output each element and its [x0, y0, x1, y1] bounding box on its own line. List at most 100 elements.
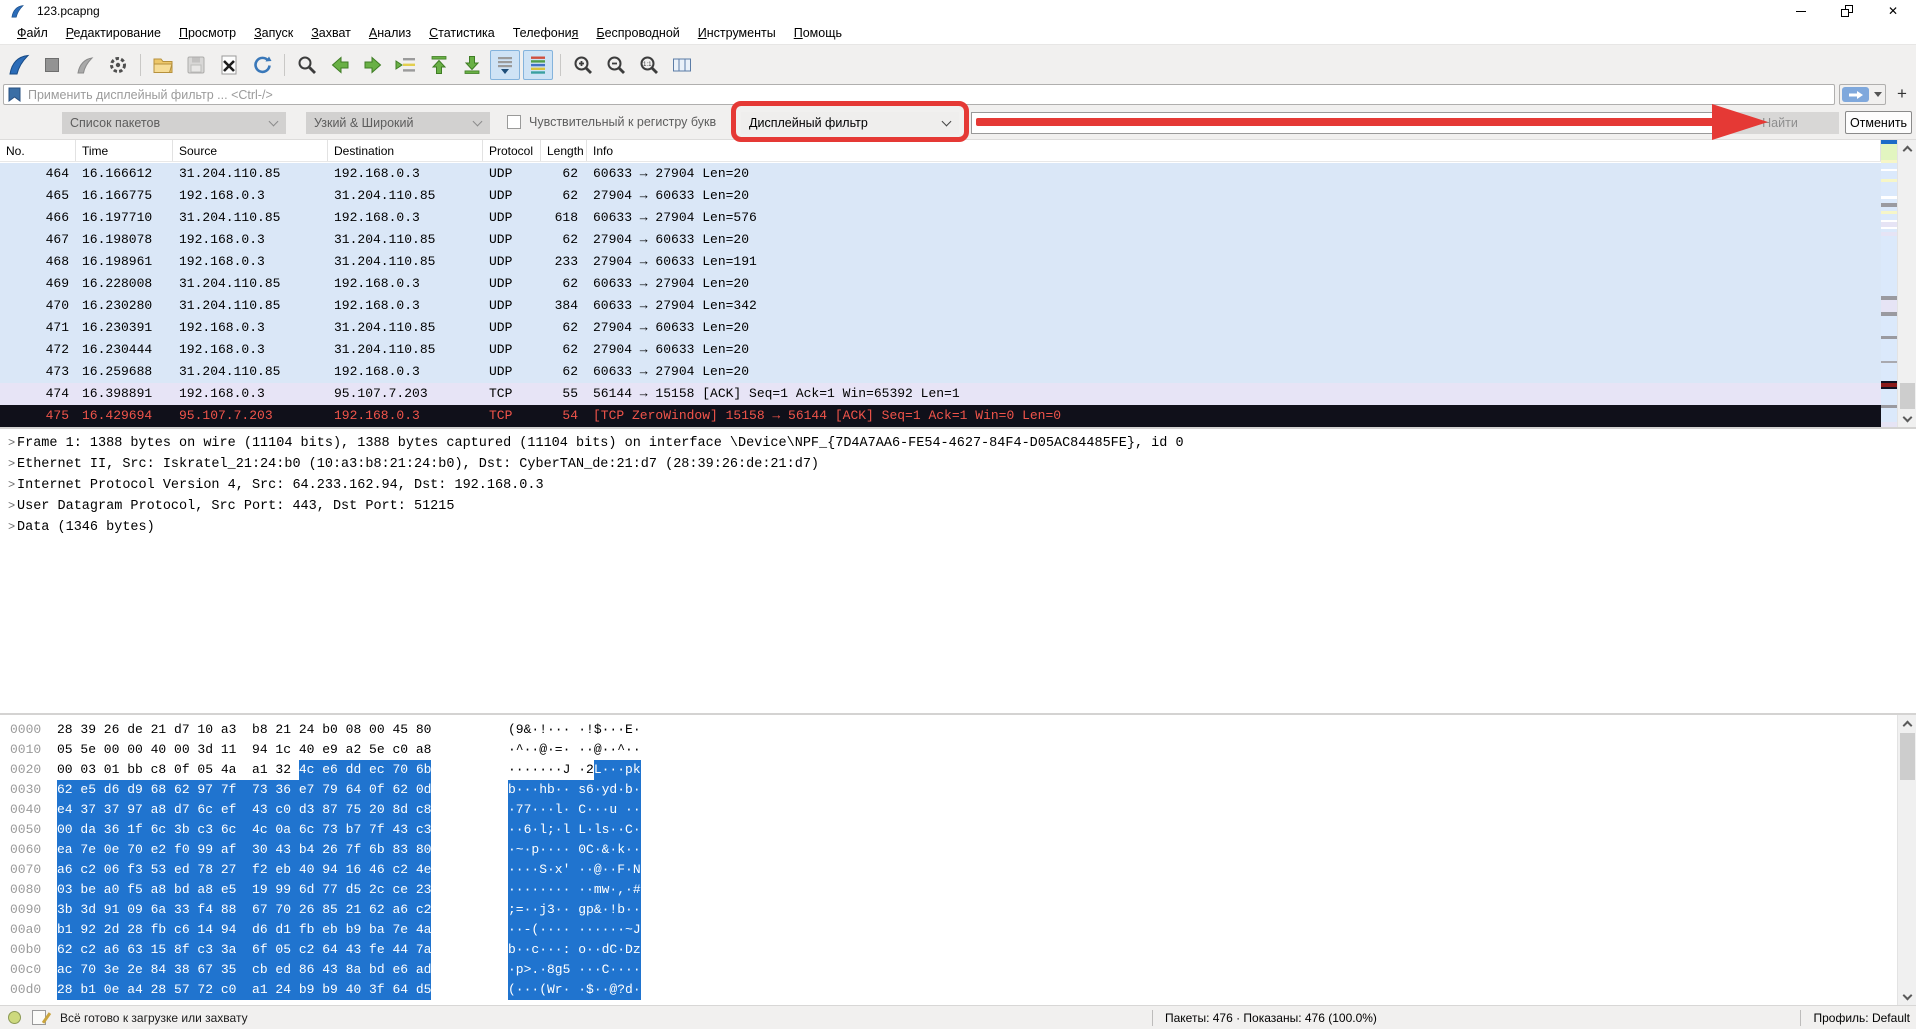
detail-line[interactable]: >Internet Protocol Version 4, Src: 64.23…	[0, 475, 1916, 496]
scroll-down-icon[interactable]	[1898, 410, 1916, 427]
column-header-src[interactable]: Source	[173, 140, 328, 161]
scroll-up-icon[interactable]	[1898, 140, 1916, 157]
profile-text[interactable]: Профиль: Default	[1814, 1011, 1911, 1025]
scrollbar-thumb[interactable]	[1900, 733, 1915, 780]
go-to-last-icon[interactable]	[457, 50, 487, 80]
hex-scrollbar[interactable]	[1897, 715, 1916, 1005]
start-capture-icon[interactable]	[4, 50, 34, 80]
packet-row[interactable]: 46916.22800831.204.110.85192.168.0.3UDP6…	[0, 273, 1881, 295]
menu-telephony[interactable]: Телефония	[504, 23, 588, 43]
packet-row[interactable]: 47516.42969495.107.7.203192.168.0.3TCP54…	[0, 405, 1881, 427]
restart-capture-icon[interactable]	[70, 50, 100, 80]
hex-row[interactable]: 00d028 b1 0e a4 28 57 72 c0 a1 24 b9 b9 …	[0, 980, 1916, 1000]
expand-icon[interactable]: >	[0, 496, 17, 517]
colorize-packets-icon[interactable]	[523, 50, 553, 80]
menu-go[interactable]: Запуск	[245, 23, 302, 43]
detail-line[interactable]: >Data (1346 bytes)	[0, 517, 1916, 538]
menu-tools[interactable]: Инструменты	[689, 23, 785, 43]
hex-row[interactable]: 003062 e5 d6 d9 68 62 97 7f 73 36 e7 79 …	[0, 780, 1916, 800]
go-back-icon[interactable]	[325, 50, 355, 80]
hex-row[interactable]: 0060ea 7e 0e 70 e2 f0 99 af 30 43 b4 26 …	[0, 840, 1916, 860]
add-filter-button[interactable]	[1893, 85, 1911, 103]
detail-line[interactable]: >Frame 1: 1388 bytes on wire (11104 bits…	[0, 433, 1916, 454]
hex-row[interactable]: 002000 03 01 bb c8 0f 05 4a a1 32 4c e6 …	[0, 760, 1916, 780]
scroll-down-icon[interactable]	[1898, 988, 1916, 1005]
column-header-len[interactable]: Length	[541, 140, 587, 161]
expand-icon[interactable]: >	[0, 433, 17, 454]
packet-row[interactable]: 46516.166775192.168.0.331.204.110.85UDP6…	[0, 185, 1881, 207]
hex-row[interactable]: 000028 39 26 de 21 d7 10 a3 b8 21 24 b0 …	[0, 720, 1916, 740]
find-button[interactable]: Найти	[1721, 112, 1839, 134]
zoom-out-icon[interactable]	[601, 50, 631, 80]
zoom-reset-icon[interactable]: 1:1	[634, 50, 664, 80]
packet-row[interactable]: 47016.23028031.204.110.85192.168.0.3UDP3…	[0, 295, 1881, 317]
search-scope-dropdown[interactable]: Список пакетов	[62, 112, 286, 134]
hex-row[interactable]: 00903b 3d 91 09 6a 33 f4 88 67 70 26 85 …	[0, 900, 1916, 920]
close-button[interactable]	[1870, 0, 1916, 22]
hex-row[interactable]: 00b062 c2 a6 63 15 8f c3 3a 6f 05 c2 64 …	[0, 940, 1916, 960]
hex-row[interactable]: 0070a6 c2 06 f3 53 ed 78 27 f2 eb 40 94 …	[0, 860, 1916, 880]
hex-row[interactable]: 008003 be a0 f5 a8 bd a8 e5 19 99 6d 77 …	[0, 880, 1916, 900]
save-file-icon[interactable]	[181, 50, 211, 80]
auto-scroll-icon[interactable]	[490, 50, 520, 80]
bookmark-icon[interactable]	[8, 87, 21, 102]
apply-filter-arrow-icon[interactable]	[1842, 87, 1869, 102]
column-header-dst[interactable]: Destination	[328, 140, 483, 161]
search-type-dropdown[interactable]: Дисплейный фильтр	[741, 112, 959, 134]
zoom-in-icon[interactable]	[568, 50, 598, 80]
hex-row[interactable]: 001005 5e 00 00 40 00 3d 11 94 1c 40 e9 …	[0, 740, 1916, 760]
packet-row[interactable]: 46716.198078192.168.0.331.204.110.85UDP6…	[0, 229, 1881, 251]
expand-icon[interactable]: >	[0, 475, 17, 496]
scrollbar-thumb[interactable]	[1900, 383, 1915, 409]
packet-row[interactable]: 46416.16661231.204.110.85192.168.0.3UDP6…	[0, 163, 1881, 185]
hex-row[interactable]: 00c0ac 70 3e 2e 84 38 67 35 cb ed 86 43 …	[0, 960, 1916, 980]
stop-capture-icon[interactable]	[37, 50, 67, 80]
menu-capture[interactable]: Захват	[302, 23, 360, 43]
packet-minimap[interactable]	[1881, 140, 1897, 427]
packet-list-scrollbar[interactable]	[1897, 140, 1916, 427]
column-header-proto[interactable]: Protocol	[483, 140, 541, 161]
capture-comment-icon[interactable]	[32, 1010, 46, 1025]
packet-row[interactable]: 47316.25968831.204.110.85192.168.0.3UDP6…	[0, 361, 1881, 383]
detail-line[interactable]: >User Datagram Protocol, Src Port: 443, …	[0, 496, 1916, 517]
cancel-button[interactable]: Отменить	[1845, 111, 1912, 134]
scroll-up-icon[interactable]	[1898, 715, 1916, 732]
menu-view[interactable]: Просмотр	[170, 23, 245, 43]
filter-dropdown-caret-icon[interactable]	[1874, 92, 1882, 97]
open-file-icon[interactable]	[148, 50, 178, 80]
hex-row[interactable]: 0040e4 37 37 97 a8 d7 6c ef 43 c0 d3 87 …	[0, 800, 1916, 820]
menu-help[interactable]: Помощь	[785, 23, 851, 43]
column-header-no[interactable]: No.	[0, 140, 76, 161]
restore-button[interactable]	[1824, 0, 1870, 22]
apply-filter-control[interactable]	[1839, 84, 1886, 105]
go-to-first-icon[interactable]	[424, 50, 454, 80]
packet-row[interactable]: 47116.230391192.168.0.331.204.110.85UDP6…	[0, 317, 1881, 339]
minimize-button[interactable]	[1778, 0, 1824, 22]
menu-analyze[interactable]: Анализ	[360, 23, 420, 43]
expand-icon[interactable]: >	[0, 517, 17, 538]
column-header-info[interactable]: Info	[587, 140, 1881, 161]
detail-line[interactable]: >Ethernet II, Src: Iskratel_21:24:b0 (10…	[0, 454, 1916, 475]
go-to-packet-icon[interactable]	[391, 50, 421, 80]
packet-row[interactable]: 46816.198961192.168.0.331.204.110.85UDP2…	[0, 251, 1881, 273]
expand-icon[interactable]: >	[0, 454, 17, 475]
menu-file[interactable]: Файл	[8, 23, 57, 43]
hex-row[interactable]: 005000 da 36 1f 6c 3b c3 6c 4c 0a 6c 73 …	[0, 820, 1916, 840]
menu-wireless[interactable]: Беспроводной	[587, 23, 688, 43]
resize-columns-icon[interactable]	[667, 50, 697, 80]
hex-row[interactable]: 00a0b1 92 2d 28 fb c6 14 94 d6 d1 fb eb …	[0, 920, 1916, 940]
search-width-dropdown[interactable]: Узкий & Широкий	[306, 112, 490, 134]
packet-row[interactable]: 47416.398891192.168.0.395.107.7.203TCP55…	[0, 383, 1881, 405]
display-filter-field[interactable]	[3, 84, 1835, 105]
close-file-icon[interactable]	[214, 50, 244, 80]
menu-edit[interactable]: Редактирование	[57, 23, 170, 43]
packet-row[interactable]: 46616.19771031.204.110.85192.168.0.3UDP6…	[0, 207, 1881, 229]
reload-file-icon[interactable]	[247, 50, 277, 80]
capture-options-icon[interactable]	[103, 50, 133, 80]
expert-info-icon[interactable]	[8, 1011, 21, 1024]
packet-row[interactable]: 47216.230444192.168.0.331.204.110.85UDP6…	[0, 339, 1881, 361]
display-filter-input[interactable]	[28, 88, 1834, 102]
find-input[interactable]	[971, 112, 1713, 134]
go-forward-icon[interactable]	[358, 50, 388, 80]
case-sensitive-checkbox[interactable]	[507, 115, 521, 129]
